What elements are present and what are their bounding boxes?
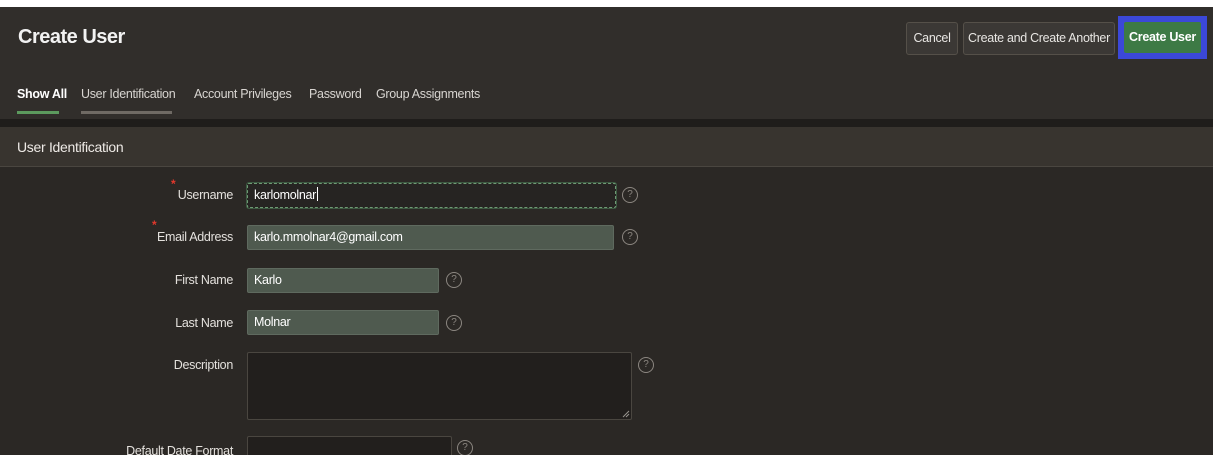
app-window: Create User Cancel Create and Create Ano… bbox=[0, 7, 1213, 455]
help-icon[interactable]: ? bbox=[622, 187, 638, 203]
help-icon[interactable]: ? bbox=[457, 440, 473, 455]
tabs-divider bbox=[0, 119, 1213, 127]
description-label: Description bbox=[173, 358, 234, 372]
help-icon[interactable]: ? bbox=[446, 315, 462, 331]
tab-user-identification[interactable]: User Identification bbox=[81, 87, 176, 101]
tab-account-privileges[interactable]: Account Privileges bbox=[194, 87, 292, 101]
username-input[interactable]: karlomolnar bbox=[247, 183, 616, 208]
first-name-field[interactable]: Karlo bbox=[247, 268, 439, 293]
help-icon[interactable]: ? bbox=[622, 229, 638, 245]
hover-tab-indicator bbox=[81, 111, 172, 114]
active-tab-indicator bbox=[17, 111, 59, 114]
tab-show-all[interactable]: Show All bbox=[17, 87, 67, 101]
create-user-button[interactable]: Create User bbox=[1124, 22, 1201, 53]
email-field[interactable]: karlo.mmolnar4@gmail.com bbox=[247, 225, 614, 250]
cancel-button[interactable]: Cancel bbox=[906, 22, 958, 55]
text-caret bbox=[317, 187, 319, 201]
page-title: Create User bbox=[18, 26, 125, 48]
username-label: Username bbox=[177, 188, 234, 202]
create-and-create-another-button[interactable]: Create and Create Another bbox=[963, 22, 1115, 55]
section-header: User Identification bbox=[0, 127, 1213, 167]
user-form: * Username karlomolnar ? * Email Address… bbox=[0, 168, 1213, 455]
section-title: User Identification bbox=[17, 139, 124, 155]
region-tabs: Show All User Identification Account Pri… bbox=[0, 69, 1213, 119]
description-textarea[interactable] bbox=[247, 352, 632, 420]
date-format-label: Default Date Format bbox=[126, 444, 233, 455]
help-icon[interactable]: ? bbox=[638, 357, 654, 373]
username-value: karlomolnar bbox=[254, 188, 317, 202]
tab-group-assignments[interactable]: Group Assignments bbox=[376, 87, 480, 101]
date-format-field[interactable] bbox=[247, 436, 452, 455]
help-icon[interactable]: ? bbox=[446, 272, 462, 288]
first-name-label: First Name bbox=[174, 273, 233, 287]
last-name-field[interactable]: Molnar bbox=[247, 310, 439, 335]
page-header: Create User Cancel Create and Create Ano… bbox=[0, 7, 1213, 69]
email-label: Email Address bbox=[157, 230, 233, 244]
create-user-button-focus-ring: Create User bbox=[1118, 16, 1207, 59]
resize-handle-icon[interactable] bbox=[622, 410, 630, 418]
tab-password[interactable]: Password bbox=[309, 87, 362, 101]
last-name-label: Last Name bbox=[175, 316, 233, 330]
